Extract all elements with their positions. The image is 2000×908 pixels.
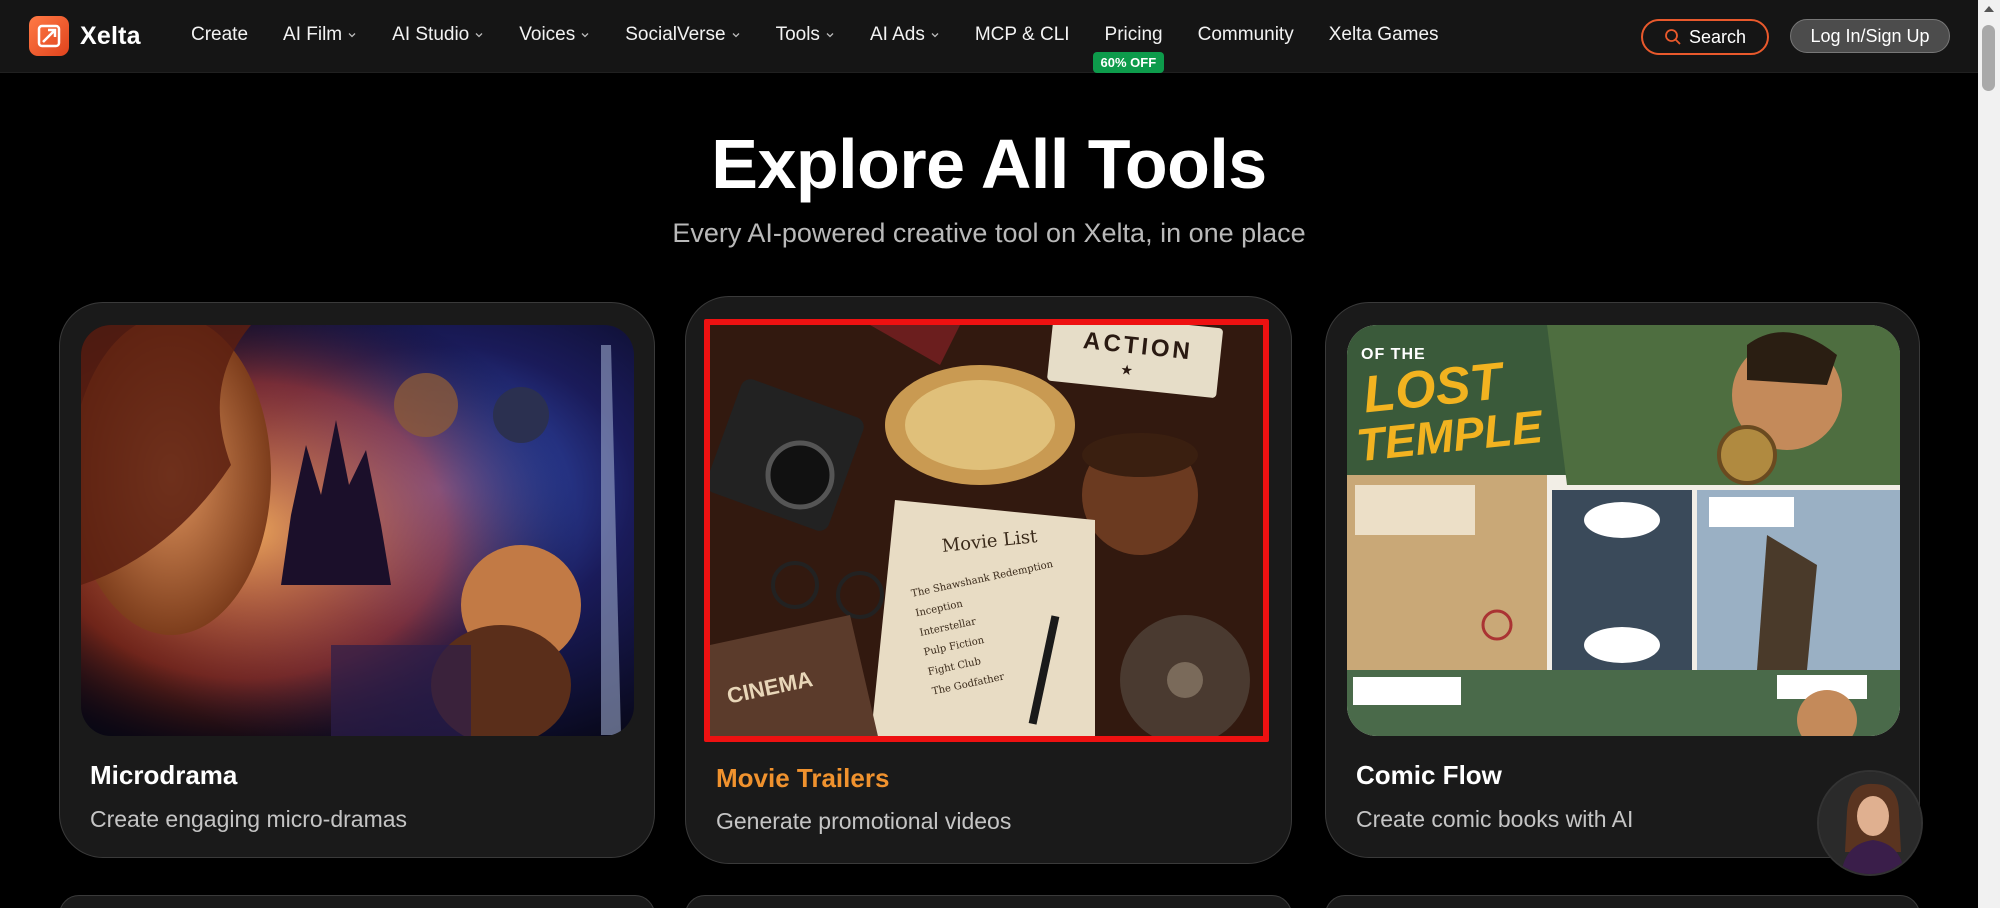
nav-item-voices[interactable]: Voices [519, 24, 590, 46]
tool-card-partial[interactable] [1325, 895, 1920, 908]
nav-item-label: Tools [775, 24, 820, 45]
svg-text:★: ★ [1120, 362, 1134, 379]
brand-name: Xelta [80, 21, 141, 50]
nav-item-label: AI Ads [869, 24, 925, 45]
page-title: Explore All Tools [711, 125, 1267, 203]
card-description: Generate promotional videos [716, 808, 1012, 834]
comic-page-image: OF THE LOST TEMPLE [1347, 325, 1900, 736]
search-icon [1665, 29, 1681, 45]
assistant-avatar[interactable] [1817, 770, 1923, 876]
tool-card-microdrama[interactable]: Microdrama Create engaging micro-dramas [59, 302, 655, 858]
tool-card-partial[interactable] [59, 895, 655, 908]
nav-item-create[interactable]: Create [191, 24, 248, 46]
card-description: Create engaging micro-dramas [90, 806, 408, 832]
logo[interactable]: Xelta [29, 16, 141, 56]
nav-item-label: AI Film [283, 24, 343, 45]
fantasy-poster-image [81, 325, 634, 736]
chevron-down-icon [826, 33, 834, 38]
nav-item-ai-studio[interactable]: AI Studio [392, 24, 484, 46]
chevron-down-icon [931, 33, 939, 38]
top-navigation-bar: Xelta Create AI Film AI Studio Voices So… [0, 0, 1978, 73]
card-description: Create comic books with AI [1356, 806, 1634, 832]
card-title: Movie Trailers [716, 763, 890, 793]
nav-item-label: Pricing [1104, 24, 1163, 45]
tool-card-movie-trailers[interactable]: ACTION ★ Movie List The Shawshank Redemp… [685, 296, 1292, 864]
nav-item-pricing[interactable]: Pricing 60% OFF [1092, 24, 1165, 73]
search-label: Search [1688, 26, 1747, 47]
tool-card-comic-flow[interactable]: OF THE LOST TEMPLE Comic Flow Create com… [1325, 302, 1920, 858]
card-title: Comic Flow [1356, 760, 1502, 790]
chevron-down-icon [732, 33, 740, 38]
card-title: Microdrama [90, 760, 238, 790]
nav-menu: Create AI Film AI Studio Voices SocialVe… [191, 0, 1474, 73]
page-subtitle: Every AI-powered creative tool on Xelta,… [672, 218, 1306, 248]
nav-item-label: Xelta Games [1328, 24, 1439, 45]
nav-item-mcp-cli[interactable]: MCP & CLI [975, 24, 1070, 46]
nav-item-ai-film[interactable]: AI Film [283, 24, 357, 46]
scroll-up-arrow-icon[interactable] [1984, 6, 1994, 12]
login-signup-button[interactable]: Log In/Sign Up [1790, 19, 1950, 53]
chevron-down-icon [581, 33, 589, 38]
xelta-logo-icon [29, 16, 69, 56]
chevron-down-icon [475, 33, 483, 38]
chevron-down-icon [348, 33, 356, 38]
nav-item-xelta-games[interactable]: Xelta Games [1329, 24, 1439, 46]
nav-item-label: Voices [519, 24, 576, 45]
cinema-desk-image: ACTION ★ Movie List The Shawshank Redemp… [704, 319, 1269, 742]
nav-item-socialverse[interactable]: SocialVerse [625, 24, 740, 46]
nav-item-label: MCP & CLI [974, 24, 1070, 45]
nav-item-label: SocialVerse [625, 24, 726, 45]
search-button[interactable]: Search [1641, 19, 1769, 55]
discount-badge: 60% OFF [1092, 52, 1165, 73]
nav-item-ai-ads[interactable]: AI Ads [870, 24, 940, 46]
page-scrollbar[interactable] [1978, 0, 2000, 908]
nav-item-community[interactable]: Community [1198, 24, 1294, 46]
nav-item-label: AI Studio [392, 24, 470, 45]
tool-card-partial[interactable] [685, 895, 1292, 908]
nav-item-label: Community [1197, 24, 1294, 45]
nav-item-label: Create [191, 24, 249, 45]
nav-item-tools[interactable]: Tools [776, 24, 835, 46]
scroll-thumb[interactable] [1982, 25, 1995, 91]
login-label: Log In/Sign Up [1810, 25, 1930, 46]
